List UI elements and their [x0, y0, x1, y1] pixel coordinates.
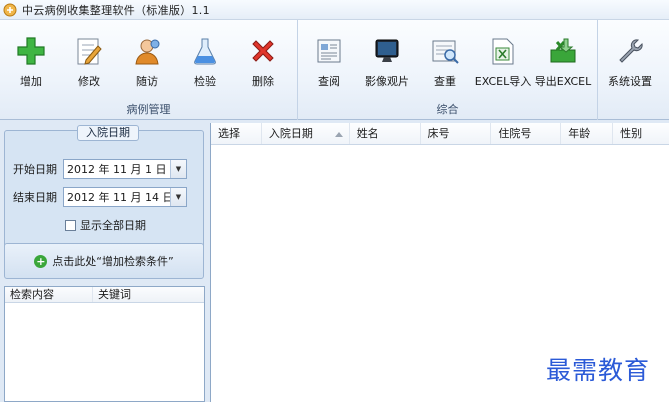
group-label-comprehensive: 综合: [436, 103, 459, 116]
column-header-admission-date[interactable]: 入院日期: [262, 123, 350, 144]
lab-test-button[interactable]: 检验: [176, 34, 234, 94]
delete-button-label: 删除: [252, 75, 274, 88]
column-header-search-content[interactable]: 检索内容: [5, 287, 93, 302]
duplicate-check-icon: [428, 34, 462, 68]
follow-up-button-label: 随访: [136, 75, 158, 88]
search-side-panel: 入院日期 开始日期 2012 年 11 月 1 日 ▼ 结束日期 2012 年 …: [2, 122, 208, 402]
edit-button[interactable]: 修改: [60, 34, 118, 94]
view-button-label: 查阅: [318, 75, 340, 88]
admission-date-filter: 入院日期 开始日期 2012 年 11 月 1 日 ▼ 结束日期 2012 年 …: [4, 125, 204, 258]
start-date-label: 开始日期: [13, 163, 57, 176]
app-logo-icon: [3, 3, 17, 17]
column-header-gender[interactable]: 性别: [613, 123, 669, 144]
wrench-icon: [613, 34, 647, 68]
column-header-bed-number[interactable]: 床号: [421, 123, 492, 144]
follow-up-icon: [130, 34, 164, 68]
group-label-case-management: 病例管理: [126, 103, 171, 116]
delete-button[interactable]: 删除: [234, 34, 292, 94]
flask-icon: [188, 34, 222, 68]
column-header-hospital-number[interactable]: 住院号: [491, 123, 562, 144]
delete-icon: [246, 34, 280, 68]
window-title: 中云病例收集整理软件（标准版）1.1: [22, 3, 210, 17]
show-all-dates-checkbox[interactable]: [65, 219, 76, 231]
end-date-label: 结束日期: [13, 191, 57, 204]
start-date-row: 开始日期 2012 年 11 月 1 日 ▼: [13, 159, 187, 179]
excel-import-icon: [486, 34, 520, 68]
edit-button-label: 修改: [78, 75, 100, 88]
view-button[interactable]: 查阅: [300, 34, 358, 94]
start-date-value: 2012 年 11 月 1 日: [67, 163, 167, 176]
search-criteria-header: 检索内容 关键词: [5, 287, 204, 303]
add-search-condition-label: 点击此处“增加检索条件”: [52, 255, 174, 268]
sort-ascending-icon: [334, 132, 343, 137]
show-all-dates-label: 显示全部日期: [80, 219, 146, 232]
chevron-down-icon[interactable]: ▼: [170, 160, 186, 178]
follow-up-button[interactable]: 随访: [118, 34, 176, 94]
column-header-name[interactable]: 姓名: [350, 123, 421, 144]
title-bar: 中云病例收集整理软件（标准版）1.1: [0, 0, 669, 20]
end-date-row: 结束日期 2012 年 11 月 14 日 ▼: [13, 187, 187, 207]
duplicate-check-button[interactable]: 查重: [416, 34, 474, 94]
add-button[interactable]: 增加: [2, 34, 60, 94]
document-icon: [312, 34, 346, 68]
lab-test-button-label: 检验: [194, 75, 216, 88]
ribbon-toolbar: 增加 修改 随访 检验 删除 病例管理 查阅 影像观片 查重 EXCEL导入 导…: [0, 20, 669, 120]
excel-export-icon: [546, 34, 580, 68]
system-settings-button[interactable]: 系统设置: [601, 34, 659, 94]
column-header-age[interactable]: 年龄: [561, 123, 614, 144]
monitor-icon: [370, 34, 404, 68]
add-button-label: 增加: [20, 75, 42, 88]
show-all-dates-option[interactable]: 显示全部日期: [65, 217, 146, 233]
column-header-keyword[interactable]: 关键词: [93, 287, 203, 302]
excel-export-button[interactable]: 导出EXCEL: [534, 34, 592, 94]
system-settings-button-label: 系统设置: [608, 75, 652, 88]
excel-import-button[interactable]: EXCEL导入: [474, 34, 532, 94]
grid-header: 选择 入院日期 姓名 床号 住院号 年龄 性别: [211, 123, 669, 145]
group-case-management: 增加 修改 随访 检验 删除 病例管理: [0, 20, 298, 120]
duplicate-check-button-label: 查重: [434, 75, 456, 88]
group-system: 系统设置: [598, 20, 669, 120]
add-icon: [14, 34, 48, 68]
start-date-picker[interactable]: 2012 年 11 月 1 日 ▼: [63, 159, 187, 179]
column-header-admission-date-label: 入院日期: [268, 127, 313, 140]
end-date-value: 2012 年 11 月 14 日: [67, 191, 174, 204]
watermark: 最需教育: [546, 356, 651, 385]
image-viewer-button-label: 影像观片: [365, 75, 409, 88]
image-viewer-button[interactable]: 影像观片: [358, 34, 416, 94]
chevron-down-icon[interactable]: ▼: [170, 188, 186, 206]
excel-import-button-label: EXCEL导入: [474, 75, 532, 88]
date-filter-legend: 入院日期: [77, 125, 139, 141]
excel-export-button-label: 导出EXCEL: [534, 75, 592, 88]
add-search-condition-button[interactable]: + 点击此处“增加检索条件”: [4, 243, 204, 279]
column-header-select[interactable]: 选择: [211, 123, 262, 144]
group-comprehensive: 查阅 影像观片 查重 EXCEL导入 导出EXCEL 综合: [298, 20, 598, 120]
edit-icon: [72, 34, 106, 68]
add-circle-icon: +: [34, 254, 48, 268]
end-date-picker[interactable]: 2012 年 11 月 14 日 ▼: [63, 187, 187, 207]
search-criteria-table: 检索内容 关键词: [4, 286, 205, 402]
